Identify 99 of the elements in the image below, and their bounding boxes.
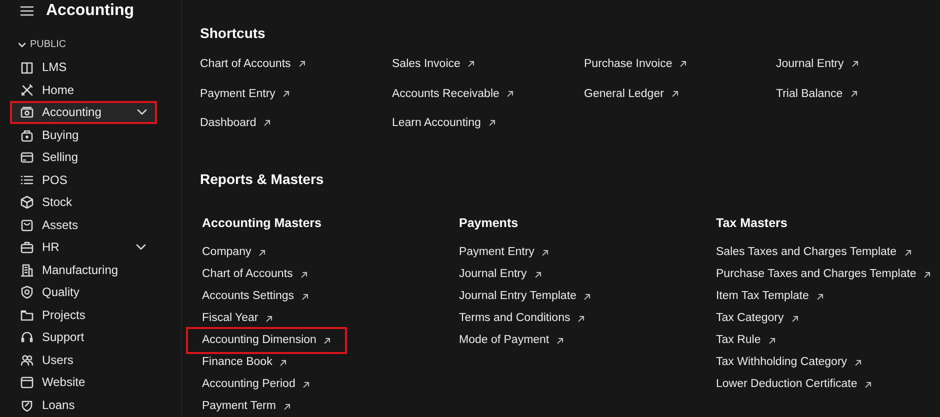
arrow-icon	[300, 270, 308, 278]
arrow-icon	[679, 60, 688, 68]
link[interactable]: General Ledger	[584, 86, 679, 102]
link[interactable]: Trial Balance	[776, 86, 858, 102]
sidebar-item[interactable]: Projects	[10, 304, 156, 326]
sidebar-item[interactable]: Assets	[10, 214, 156, 236]
arrow-icon	[583, 292, 592, 300]
link[interactable]: Accounts Settings	[202, 288, 310, 305]
page-title: Accounting	[46, 1, 134, 21]
arrow-icon	[282, 90, 290, 98]
link[interactable]: Journal Entry	[459, 266, 542, 283]
folder-icon	[20, 308, 34, 322]
card-heading: Tax Masters	[716, 214, 788, 232]
arrow-icon	[850, 60, 859, 68]
tools-icon	[20, 82, 34, 97]
sidebar-item[interactable]: Quality	[10, 281, 156, 304]
link[interactable]: Payment Entry	[200, 86, 290, 102]
arrow-icon	[534, 270, 542, 278]
arrow-icon	[282, 402, 291, 410]
link[interactable]: Lower Deduction Certificate	[716, 376, 872, 393]
book-icon	[20, 60, 34, 74]
link[interactable]: Tax Withholding Category	[716, 354, 862, 371]
headset-icon	[20, 330, 34, 344]
arrow-icon	[265, 314, 274, 322]
card-heading: Accounting Masters	[202, 214, 322, 232]
link[interactable]: Accounting Dimension	[188, 329, 346, 352]
section-heading: Reports & Masters	[200, 170, 324, 189]
card-icon	[20, 150, 34, 164]
building-icon	[20, 262, 34, 277]
link[interactable]: Sales Invoice	[392, 56, 476, 72]
menu-icon	[20, 5, 34, 17]
link[interactable]: Chart of Accounts	[200, 56, 306, 72]
shield-icon	[20, 285, 34, 300]
link[interactable]: Terms and Conditions	[459, 310, 586, 327]
link[interactable]: Tax Rule	[716, 332, 776, 349]
arrow-icon	[488, 119, 496, 128]
link[interactable]: Purchase Invoice	[584, 56, 688, 72]
bag-icon	[20, 218, 34, 232]
link[interactable]: Learn Accounting	[392, 115, 496, 132]
sidebar-item[interactable]: Loans	[10, 394, 156, 416]
sidebar-item[interactable]: Buying	[10, 124, 156, 146]
section-label: PUBLIC	[30, 38, 66, 52]
sidebar-item[interactable]: HR	[10, 236, 156, 258]
section-heading: Shortcuts	[200, 24, 266, 43]
link[interactable]: Journal Entry Template	[459, 288, 592, 305]
arrow-icon	[670, 90, 679, 98]
arrow-icon	[904, 248, 912, 256]
sidebar-item[interactable]: POS	[10, 168, 156, 191]
link[interactable]: Finance Book	[202, 354, 288, 371]
sidebar-item[interactable]: Support	[10, 326, 156, 348]
link[interactable]: Item Tax Template	[716, 288, 824, 305]
link[interactable]: Accounts Receivable	[392, 86, 514, 102]
arrow-icon	[263, 119, 272, 128]
arrow-icon	[298, 60, 306, 68]
link[interactable]: Payment Term	[202, 398, 291, 415]
link[interactable]: Accounting Period	[202, 376, 310, 393]
sidebar-item[interactable]: Website	[10, 371, 156, 394]
arrow-icon	[790, 314, 799, 322]
browser-icon	[20, 375, 34, 390]
link[interactable]: Purchase Taxes and Charges Template	[716, 266, 932, 283]
sidebar-item[interactable]: Users	[10, 348, 156, 371]
link[interactable]: Sales Taxes and Charges Template	[716, 244, 912, 261]
link[interactable]: Chart of Accounts	[202, 266, 308, 283]
link[interactable]: Tax Category	[716, 310, 799, 327]
link[interactable]: Company	[202, 244, 266, 261]
card-heading: Payments	[459, 214, 518, 232]
link[interactable]: Fiscal Year	[202, 310, 274, 327]
box-icon	[20, 195, 34, 210]
arrow-icon	[577, 314, 586, 322]
arrow-icon	[556, 336, 564, 344]
cash-icon	[20, 105, 34, 120]
arrow-icon	[323, 336, 332, 344]
sidebar-item[interactable]: Manufacturing	[10, 258, 156, 281]
sidebar-item[interactable]: Accounting	[10, 101, 157, 124]
arrow-icon	[258, 248, 266, 256]
arrow-icon	[279, 358, 288, 366]
chevron-icon	[18, 42, 26, 48]
arrow-icon	[768, 336, 776, 344]
sidebar-item[interactable]: Stock	[10, 191, 156, 214]
link[interactable]: Payment Entry	[459, 244, 550, 261]
arrow-icon	[864, 380, 872, 388]
arrow-icon	[541, 248, 550, 256]
link[interactable]: Dashboard	[200, 115, 272, 132]
briefcase-icon	[20, 240, 34, 254]
sidebar-item[interactable]: Home	[10, 78, 156, 101]
users-icon	[20, 352, 34, 367]
bag-icon	[20, 128, 34, 142]
link[interactable]: Mode of Payment	[459, 332, 564, 349]
arrow-icon	[923, 270, 932, 278]
arrow-icon	[301, 292, 310, 300]
arrow-icon	[850, 90, 858, 98]
arrow-icon	[467, 60, 476, 68]
sidebar-item[interactable]: LMS	[10, 56, 156, 78]
arrow-icon	[816, 292, 824, 300]
arrow-icon	[302, 380, 310, 388]
link[interactable]: Journal Entry	[776, 56, 859, 72]
arrow-icon	[506, 90, 514, 98]
arrow-icon	[854, 358, 862, 366]
sidebar-item[interactable]: Selling	[10, 146, 156, 168]
